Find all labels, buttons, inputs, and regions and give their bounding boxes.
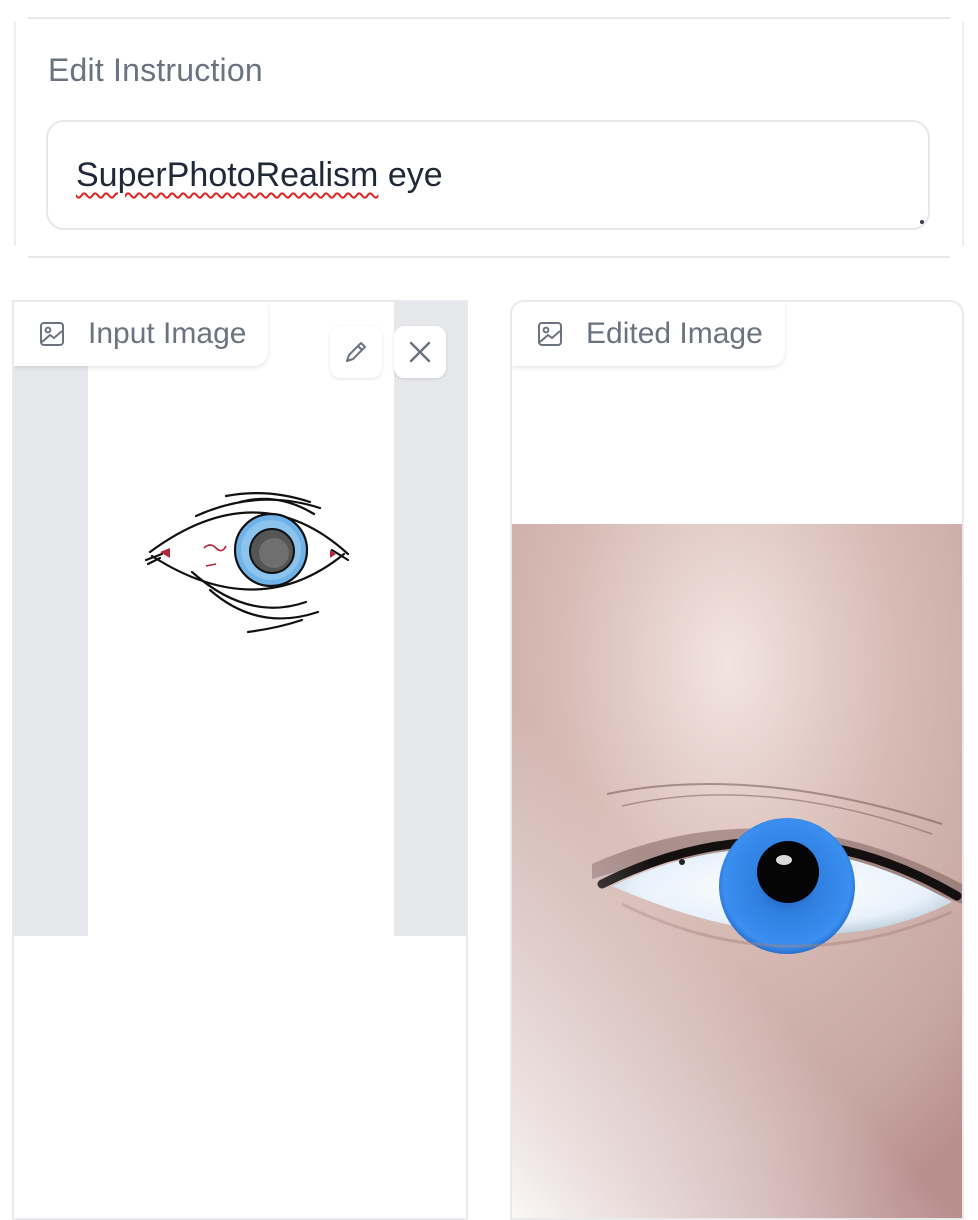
pencil-icon (346, 342, 366, 362)
middle-divider (28, 256, 950, 258)
edited-image-tab: Edited Image (512, 302, 785, 366)
close-icon (409, 341, 431, 363)
edited-image-panel: Edited Image (510, 300, 964, 1220)
edited-image[interactable] (512, 524, 962, 1220)
input-image (88, 302, 394, 936)
misspelled-word: SuperPhotoRealism (76, 156, 379, 194)
instruction-input[interactable]: SuperPhotoRealism eye (46, 120, 930, 230)
input-image-panel: Input Image (12, 300, 468, 1220)
edit-image-button[interactable] (330, 326, 382, 378)
image-icon (538, 322, 562, 346)
input-image-tab: Input Image (14, 302, 269, 366)
edited-image-label: Edited Image (586, 317, 763, 350)
image-icon (40, 322, 64, 346)
resize-handle[interactable] (920, 220, 924, 224)
instruction-text[interactable]: SuperPhotoRealism eye (76, 156, 443, 195)
instruction-text-rest: eye (378, 156, 443, 194)
input-image-label: Input Image (88, 317, 247, 350)
top-divider (28, 17, 950, 19)
clear-image-button[interactable] (394, 326, 446, 378)
input-canvas[interactable] (14, 302, 466, 936)
eye-sketch (144, 492, 350, 634)
instruction-label: Edit Instruction (48, 52, 263, 88)
